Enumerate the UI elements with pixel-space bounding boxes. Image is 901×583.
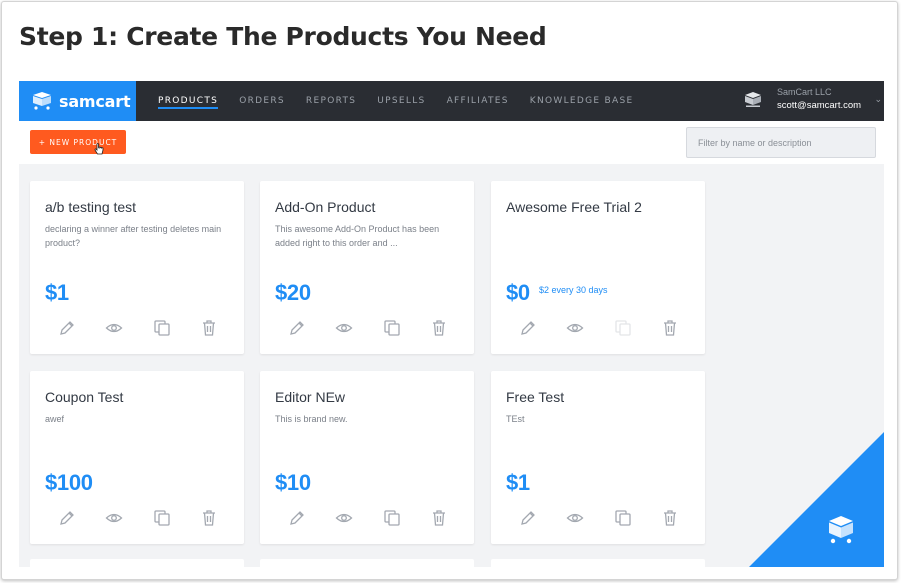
- product-description: This awesome Add-On Product has been add…: [275, 224, 440, 248]
- product-card[interactable]: Coupon Test awef $100: [30, 371, 244, 544]
- brand-name: samcart: [59, 91, 131, 111]
- product-description: TEst: [506, 414, 525, 424]
- products-toolbar: + NEW PRODUCT: [19, 121, 884, 164]
- account-email: scott@samcart.com: [777, 100, 862, 111]
- chevron-down-icon[interactable]: ⌄: [874, 94, 882, 105]
- product-name[interactable]: Free Test: [506, 389, 564, 405]
- product-card-partial: [30, 559, 244, 567]
- view-icon[interactable]: [565, 318, 585, 338]
- duplicate-icon: [613, 318, 633, 338]
- edit-icon[interactable]: [287, 508, 307, 528]
- product-card[interactable]: Free Test TEst $1: [491, 371, 705, 544]
- edit-icon[interactable]: [518, 318, 538, 338]
- delete-icon[interactable]: [660, 508, 680, 528]
- card-actions: [518, 318, 683, 338]
- product-price: $0: [506, 280, 530, 305]
- edit-icon[interactable]: [57, 508, 77, 528]
- product-card[interactable]: Awesome Free Trial 2 $0 $2 every 30 days: [491, 181, 705, 354]
- view-icon[interactable]: [565, 508, 585, 528]
- delete-icon[interactable]: [660, 318, 680, 338]
- top-navbar: samcart PRODUCTS ORDERS REPORTS UPSELLS …: [19, 81, 884, 121]
- product-price: $10: [275, 470, 311, 495]
- product-card[interactable]: Editor NEw This is brand new. $10: [260, 371, 474, 544]
- nav-item-affiliates[interactable]: AFFILIATES: [447, 81, 509, 121]
- product-price-note: $2 every 30 days: [539, 285, 608, 295]
- duplicate-icon[interactable]: [613, 508, 633, 528]
- nav-item-knowledge-base[interactable]: KNOWLEDGE BASE: [530, 81, 634, 121]
- edit-icon[interactable]: [57, 318, 77, 338]
- product-card[interactable]: a/b testing test declaring a winner afte…: [30, 181, 244, 354]
- card-actions: [57, 318, 222, 338]
- product-description: awef: [45, 414, 65, 424]
- nav-item-upsells[interactable]: UPSELLS: [377, 81, 425, 121]
- nav-item-products[interactable]: PRODUCTS: [158, 81, 219, 121]
- card-actions: [287, 318, 452, 338]
- nav-item-reports[interactable]: REPORTS: [306, 81, 356, 121]
- account-menu[interactable]: SamCart LLC scott@samcart.com ⌄: [744, 81, 884, 121]
- card-actions: [518, 508, 683, 528]
- view-icon[interactable]: [334, 508, 354, 528]
- product-price: $1: [506, 470, 530, 495]
- store-icon: [745, 92, 761, 107]
- cart-icon: [33, 92, 51, 110]
- product-price: $100: [45, 470, 93, 495]
- duplicate-icon[interactable]: [152, 318, 172, 338]
- view-icon[interactable]: [104, 508, 124, 528]
- brand-logo[interactable]: samcart: [19, 81, 136, 121]
- product-name[interactable]: Coupon Test: [45, 389, 123, 405]
- product-description: This is brand new.: [275, 414, 348, 424]
- samcart-app: samcart PRODUCTS ORDERS REPORTS UPSELLS …: [19, 81, 884, 567]
- corner-badge: [749, 432, 884, 567]
- product-description: declaring a winner after testing deletes…: [45, 224, 222, 248]
- product-card[interactable]: Add-On Product This awesome Add-On Produ…: [260, 181, 474, 354]
- product-name[interactable]: Editor NEw: [275, 389, 345, 405]
- product-price: $20: [275, 280, 311, 305]
- delete-icon[interactable]: [429, 318, 449, 338]
- duplicate-icon[interactable]: [152, 508, 172, 528]
- delete-icon[interactable]: [429, 508, 449, 528]
- product-card-partial: [491, 559, 705, 567]
- delete-icon[interactable]: [199, 508, 219, 528]
- edit-icon[interactable]: [518, 508, 538, 528]
- edit-icon[interactable]: [287, 318, 307, 338]
- product-name[interactable]: Awesome Free Trial 2: [506, 199, 642, 215]
- page-title: Step 1: Create The Products You Need: [19, 22, 547, 51]
- main-nav: PRODUCTS ORDERS REPORTS UPSELLS AFFILIAT…: [158, 81, 654, 121]
- account-company: SamCart LLC: [777, 87, 832, 97]
- view-icon[interactable]: [334, 318, 354, 338]
- card-actions: [57, 508, 222, 528]
- duplicate-icon[interactable]: [382, 318, 402, 338]
- view-icon[interactable]: [104, 318, 124, 338]
- product-name[interactable]: a/b testing test: [45, 199, 136, 215]
- product-price: $1: [45, 280, 69, 305]
- product-card-partial: [260, 559, 474, 567]
- filter-input[interactable]: [686, 127, 876, 158]
- hand-cursor-icon: [94, 143, 104, 155]
- duplicate-icon[interactable]: [382, 508, 402, 528]
- new-product-button[interactable]: + NEW PRODUCT: [30, 130, 126, 154]
- screenshot-frame: Step 1: Create The Products You Need sam…: [1, 1, 898, 580]
- nav-item-orders[interactable]: ORDERS: [239, 81, 285, 121]
- card-actions: [287, 508, 452, 528]
- product-name[interactable]: Add-On Product: [275, 199, 375, 215]
- delete-icon[interactable]: [199, 318, 219, 338]
